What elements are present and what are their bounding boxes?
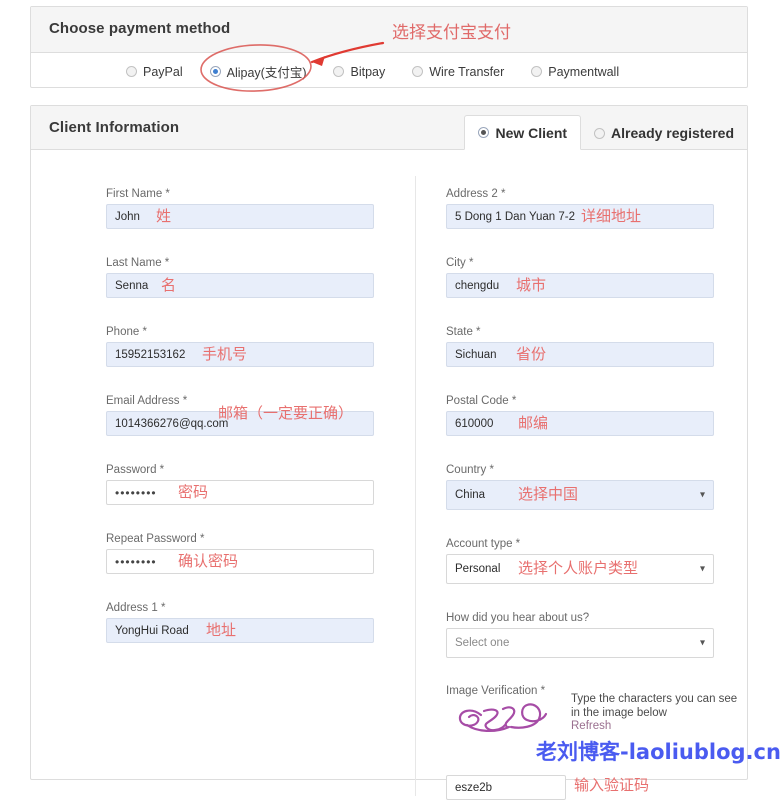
captcha-instruction: Type the characters you can see in the i…	[571, 693, 738, 719]
field-hear-about-us: How did you hear about us? Select one	[446, 612, 714, 658]
field-label: State *	[446, 326, 481, 338]
field-last-name: Last Name * Senna 名	[106, 257, 374, 298]
field-account-type: Account type * Personal 选择个人账户类型	[446, 538, 714, 584]
field-first-name: First Name * John 姓	[106, 188, 374, 229]
radio-icon-already-registered[interactable]	[594, 127, 606, 139]
address2-input[interactable]: 5 Dong 1 Dan Yuan 7-2	[446, 204, 714, 229]
radio-icon-wire-transfer[interactable]	[412, 66, 424, 77]
field-label: Repeat Password *	[106, 533, 205, 545]
payment-option-paypal[interactable]: PayPal	[126, 65, 183, 79]
payment-option-label: Bitpay	[350, 64, 386, 79]
radio-icon-new-client[interactable]	[478, 127, 490, 138]
site-watermark: 老刘博客-laoliublog.cn	[536, 740, 780, 764]
field-value: 610000	[455, 417, 494, 430]
field-value: John	[115, 210, 140, 223]
field-country: Country * China 选择中国	[446, 464, 714, 510]
client-form: First Name * John 姓 Last Name * Senna 名 …	[31, 150, 747, 800]
field-image-verification: Image Verification * Type the characters…	[446, 685, 737, 732]
field-label: How did you hear about us?	[446, 612, 590, 624]
first-name-input[interactable]: John	[106, 204, 374, 229]
captcha-image	[458, 703, 548, 732]
field-label: Phone *	[106, 326, 147, 338]
tab-already-registered[interactable]: Already registered	[581, 116, 747, 150]
field-label: Password *	[106, 464, 165, 476]
field-address-1: Address 1 * YongHui Road 地址	[106, 602, 374, 643]
tab-label: New Client	[495, 124, 568, 141]
field-value: Senna	[115, 279, 149, 292]
repeat-password-input[interactable]: ••••••••	[106, 549, 374, 574]
payment-option-label: PayPal	[143, 64, 183, 79]
captcha-instruction-block: Type the characters you can see in the i…	[571, 693, 746, 734]
city-input[interactable]: chengdu	[446, 273, 714, 298]
radio-icon-alipay[interactable]	[209, 66, 221, 77]
field-label: Postal Code *	[446, 395, 517, 407]
field-label: Last Name *	[106, 257, 170, 269]
field-captcha-input: esze2b 输入验证码	[446, 775, 649, 800]
field-value: Select one	[455, 637, 510, 649]
field-password: Password * •••••••• 密码	[106, 464, 374, 505]
field-label: Account type *	[446, 538, 521, 550]
payment-option-label: Paymentwall	[548, 64, 620, 79]
field-value: Personal	[455, 563, 501, 575]
field-city: City * chengdu 城市	[446, 257, 714, 298]
field-value: China	[455, 489, 486, 501]
tab-new-client[interactable]: New Client	[464, 115, 582, 150]
captcha-input[interactable]: esze2b	[446, 775, 566, 800]
field-value: ••••••••	[115, 485, 157, 500]
field-value: ••••••••	[115, 554, 157, 569]
payment-options-body: PayPal Alipay(支付宝) Bitpay Wire Transfer …	[31, 53, 747, 88]
field-label: Email Address *	[106, 395, 188, 407]
password-input[interactable]: ••••••••	[106, 480, 374, 505]
payment-option-alipay[interactable]: Alipay(支付宝)	[209, 62, 307, 81]
payment-panel-title: Choose payment method	[49, 20, 231, 37]
tab-label: Already registered	[611, 125, 734, 141]
column-divider	[415, 176, 416, 796]
field-value: esze2b	[455, 781, 493, 794]
account-type-select[interactable]: Personal	[446, 554, 714, 584]
payment-option-paymentwall[interactable]: Paymentwall	[531, 65, 619, 79]
captcha-refresh-link[interactable]: Refresh	[571, 720, 611, 732]
field-label: Address 1 *	[106, 602, 166, 614]
phone-input[interactable]: 15952153162	[106, 342, 374, 367]
field-value: 5 Dong 1 Dan Yuan 7-2	[455, 210, 575, 223]
field-value: YongHui Road	[115, 624, 189, 637]
field-value: 1014366276@qq.com	[115, 417, 229, 430]
payment-option-wire-transfer[interactable]: Wire Transfer	[412, 65, 504, 79]
payment-options-group: PayPal Alipay(支付宝) Bitpay Wire Transfer …	[126, 62, 646, 81]
annotation-captcha: 输入验证码	[574, 776, 650, 794]
postal-code-input[interactable]: 610000	[446, 411, 714, 436]
state-input[interactable]: Sichuan	[446, 342, 714, 367]
field-phone: Phone * 15952153162 手机号	[106, 326, 374, 367]
field-state: State * Sichuan 省份	[446, 326, 714, 367]
field-label: First Name *	[106, 188, 170, 200]
address1-input[interactable]: YongHui Road	[106, 618, 374, 643]
client-panel-title: Client Information	[49, 119, 180, 136]
payment-panel-header: Choose payment method	[31, 7, 747, 53]
radio-icon-bitpay[interactable]	[333, 66, 345, 77]
payment-method-panel: Choose payment method PayPal Alipay(支付宝)…	[30, 6, 748, 88]
country-select[interactable]: China	[446, 480, 714, 510]
email-input[interactable]: 1014366276@qq.com	[106, 411, 374, 436]
field-email-address: Email Address * 1014366276@qq.com 邮箱（一定要…	[106, 395, 374, 436]
field-label: City *	[446, 257, 474, 269]
field-label: Address 2 *	[446, 188, 506, 200]
hear-about-us-select[interactable]: Select one	[446, 628, 714, 658]
radio-icon-paymentwall[interactable]	[531, 66, 543, 77]
client-type-tabs: New Client Already registered	[464, 106, 747, 150]
field-value: 15952153162	[115, 348, 186, 361]
payment-option-label: Wire Transfer	[429, 64, 505, 79]
client-panel-header: Client Information New Client Already re…	[31, 106, 747, 150]
last-name-input[interactable]: Senna	[106, 273, 374, 298]
field-value: chengdu	[455, 279, 500, 292]
field-label: Country *	[446, 464, 494, 476]
field-value: Sichuan	[455, 348, 497, 361]
payment-option-bitpay[interactable]: Bitpay	[333, 65, 385, 79]
field-repeat-password: Repeat Password * •••••••• 确认密码	[106, 533, 374, 574]
field-postal-code: Postal Code * 610000 邮编	[446, 395, 714, 436]
radio-icon-paypal[interactable]	[126, 66, 137, 77]
client-information-panel: Client Information New Client Already re…	[30, 105, 748, 800]
payment-option-label: Alipay(支付宝)	[226, 66, 307, 80]
field-address-2: Address 2 * 5 Dong 1 Dan Yuan 7-2 详细地址	[446, 188, 714, 229]
